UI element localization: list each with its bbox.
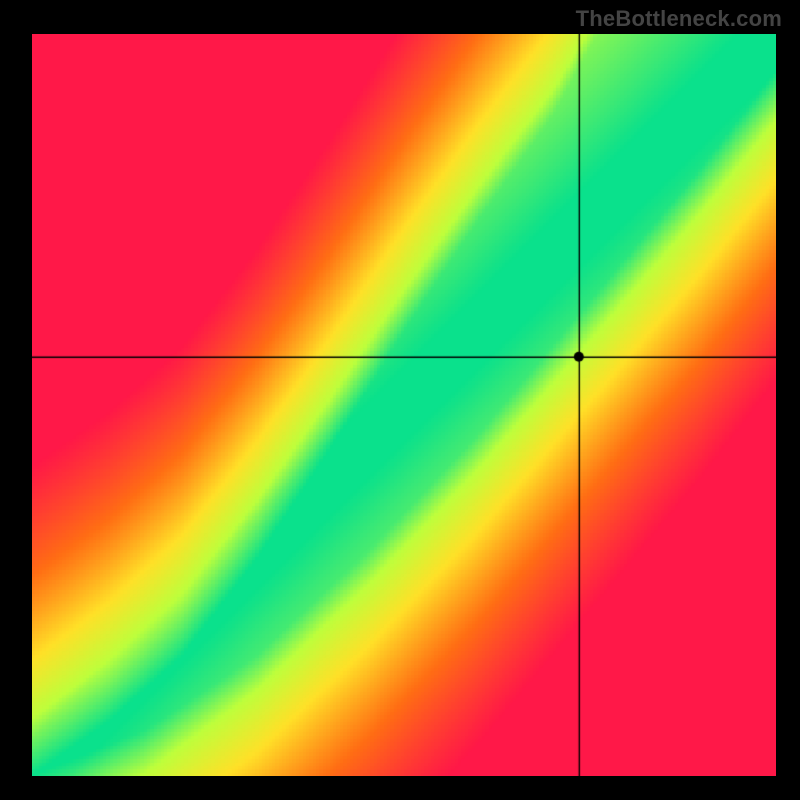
- chart-container: TheBottleneck.com: [0, 0, 800, 800]
- heatmap-canvas: [32, 34, 776, 776]
- watermark-text: TheBottleneck.com: [576, 6, 782, 32]
